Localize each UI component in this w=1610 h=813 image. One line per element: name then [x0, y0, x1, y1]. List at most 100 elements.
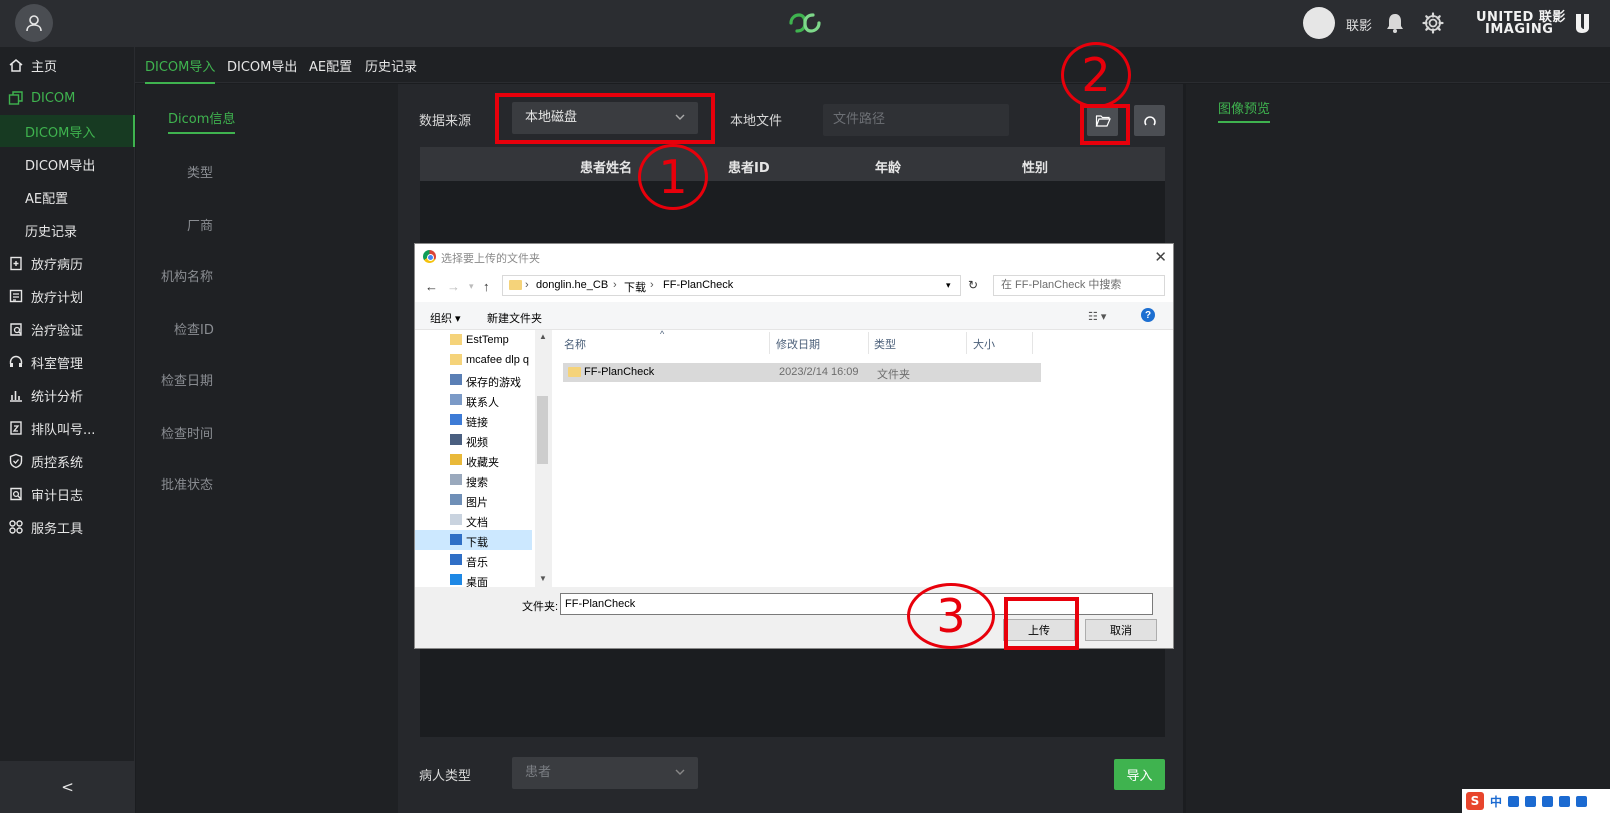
tree-item-label: mcafee dlp q [466, 354, 529, 366]
tab-dicom-import[interactable]: DICOM导入 [145, 56, 216, 84]
user-icon [26, 15, 42, 32]
refresh-icon[interactable]: ↻ [968, 278, 978, 292]
sidebar-item-label: 放疗计划 [31, 290, 84, 306]
breadcrumb-folder[interactable]: FF-PlanCheck [663, 279, 733, 291]
cancel-button[interactable]: 取消 [1085, 619, 1157, 641]
scroll-up-icon[interactable]: ▲ [539, 332, 547, 341]
sidebar-item-dept-management[interactable]: 科室管理 [0, 346, 135, 378]
column-type[interactable]: 类型 [874, 336, 896, 352]
help-icon[interactable]: ? [1141, 308, 1155, 322]
tab-history[interactable]: 历史记录 [365, 56, 417, 75]
sidebar-item-treatment-verify[interactable]: 治疗验证 [0, 313, 135, 345]
up-arrow-icon[interactable]: ↑ [483, 279, 490, 294]
import-button[interactable]: 导入 [1114, 759, 1165, 790]
sidebar-item-dicom-import[interactable]: DICOM导入 [0, 115, 135, 147]
column-age[interactable]: 年龄 [875, 157, 901, 176]
column-separator [769, 332, 770, 354]
tree-item[interactable]: 视频 [415, 430, 532, 450]
bell-icon[interactable] [1385, 12, 1405, 34]
sidebar-item-ae-config[interactable]: AE配置 [0, 181, 135, 213]
sidebar-item-home[interactable]: 主页 [0, 49, 135, 81]
source-label: 数据来源 [419, 114, 472, 129]
tab-ae-config[interactable]: AE配置 [309, 56, 352, 75]
sidebar-collapse-button[interactable]: < [0, 761, 135, 813]
recent-dropdown-icon[interactable]: ▾ [469, 281, 474, 292]
address-dropdown-icon[interactable]: ▾ [946, 280, 951, 291]
toolbox-icon[interactable] [1576, 795, 1588, 807]
sidebar-item-history[interactable]: 历史记录 [0, 214, 135, 246]
breadcrumb-user[interactable]: donglin.he_CB [536, 279, 608, 291]
tab-dicom-export[interactable]: DICOM导出 [227, 56, 297, 75]
tree-item[interactable]: 图片 [415, 490, 532, 510]
tree-item-label: 桌面 [466, 577, 488, 587]
back-arrow-icon[interactable]: ← [425, 279, 438, 294]
organize-menu[interactable]: 组织 ▾ [430, 310, 461, 326]
verify-icon [8, 321, 24, 337]
keyboard-icon[interactable] [1542, 795, 1554, 807]
file-row[interactable]: FF-PlanCheck 2023/2/14 16:09 文件夹 [563, 363, 1041, 382]
tree-item[interactable]: 文档 [415, 510, 532, 530]
sort-up-icon: ^ [660, 329, 665, 339]
tree-item[interactable]: EstTemp [415, 330, 532, 350]
sidebar-item-dicom[interactable]: DICOM [0, 82, 135, 114]
skin-icon[interactable] [1559, 795, 1571, 807]
file-name: FF-PlanCheck [584, 366, 655, 378]
column-name[interactable]: 名称 [564, 336, 586, 352]
folder-icon [450, 354, 462, 365]
tree-item[interactable]: 桌面 [415, 570, 532, 587]
column-size[interactable]: 大小 [973, 336, 995, 352]
user-avatar[interactable] [1303, 7, 1335, 39]
video-icon [450, 434, 462, 445]
sidebar: 主页 DICOM DICOM导入 DICOM导出 AE配置 历史记录 放疗病历 … [0, 47, 135, 813]
sogou-ime-icon[interactable]: S [1466, 792, 1484, 810]
column-patient-id[interactable]: 患者ID [728, 157, 770, 176]
file-list: 名称 ^ 修改日期 类型 大小 FF-PlanCheck 2023/2/14 1… [552, 329, 1173, 587]
tree-item[interactable]: 链接 [415, 410, 532, 430]
sidebar-item-rt-plan[interactable]: 放疗计划 [0, 280, 135, 312]
profile-avatar[interactable] [15, 4, 53, 42]
view-options-icon[interactable]: ☷ ▾ [1088, 310, 1106, 323]
new-folder-button[interactable]: 新建文件夹 [487, 310, 542, 326]
user-name[interactable]: 联影 [1346, 15, 1372, 34]
column-sex[interactable]: 性别 [1022, 157, 1048, 176]
column-patient-name[interactable]: 患者姓名 [580, 157, 632, 176]
sidebar-item-queue[interactable]: 排队叫号... [0, 412, 135, 444]
app-logo-icon [789, 13, 821, 33]
gear-icon[interactable] [1422, 12, 1444, 34]
breadcrumb-downloads[interactable]: 下载 [624, 279, 646, 295]
forward-arrow-icon[interactable]: → [447, 279, 460, 294]
file-path-input[interactable]: 文件路径 [823, 104, 1009, 136]
microphone-icon[interactable] [1525, 795, 1537, 807]
tree-item-downloads[interactable]: 下载 [415, 530, 532, 550]
column-date-modified[interactable]: 修改日期 [776, 336, 820, 352]
local-file-label: 本地文件 [730, 114, 783, 129]
address-bar[interactable]: › donglin.he_CB › 下载 › FF-PlanCheck ▾ [502, 275, 961, 296]
tree-item[interactable]: 联系人 [415, 390, 532, 410]
sidebar-item-label: 主页 [31, 59, 58, 75]
close-icon[interactable]: ✕ [1154, 248, 1167, 266]
sidebar-item-qc-system[interactable]: 质控系统 [0, 445, 135, 477]
sidebar-item-service-tools[interactable]: 服务工具 [0, 511, 135, 543]
scrollbar-thumb[interactable] [537, 396, 548, 464]
tree-item[interactable]: 音乐 [415, 550, 532, 570]
image-preview-panel: 图像预览 [1186, 84, 1610, 813]
ime-language-toggle[interactable]: 中 [1490, 793, 1502, 810]
dicom-info-title[interactable]: Dicom信息 [168, 108, 236, 134]
sidebar-item-rt-records[interactable]: 放疗病历 [0, 247, 135, 279]
punctuation-icon[interactable] [1508, 795, 1520, 807]
refresh-button[interactable] [1134, 105, 1165, 136]
tree-item[interactable]: 搜索 [415, 470, 532, 490]
tree-scrollbar[interactable]: ▲ ▼ [535, 330, 552, 587]
sidebar-item-audit-log[interactable]: 审计日志 [0, 478, 135, 510]
sidebar-item-statistics[interactable]: 统计分析 [0, 379, 135, 411]
tree-item[interactable]: mcafee dlp q [415, 350, 532, 370]
scroll-down-icon[interactable]: ▼ [539, 574, 547, 583]
annotation-number: 2 [1081, 48, 1111, 102]
tree-item[interactable]: 保存的游戏 [415, 370, 532, 390]
patient-type-select[interactable]: 患者 [512, 757, 698, 789]
tree-item[interactable]: 收藏夹 [415, 450, 532, 470]
sidebar-item-dicom-export[interactable]: DICOM导出 [0, 148, 135, 180]
image-preview-title[interactable]: 图像预览 [1218, 98, 1271, 123]
dialog-search-input[interactable]: 在 FF-PlanCheck 中搜索 [993, 275, 1165, 296]
annotation-box-upload [1004, 597, 1079, 650]
